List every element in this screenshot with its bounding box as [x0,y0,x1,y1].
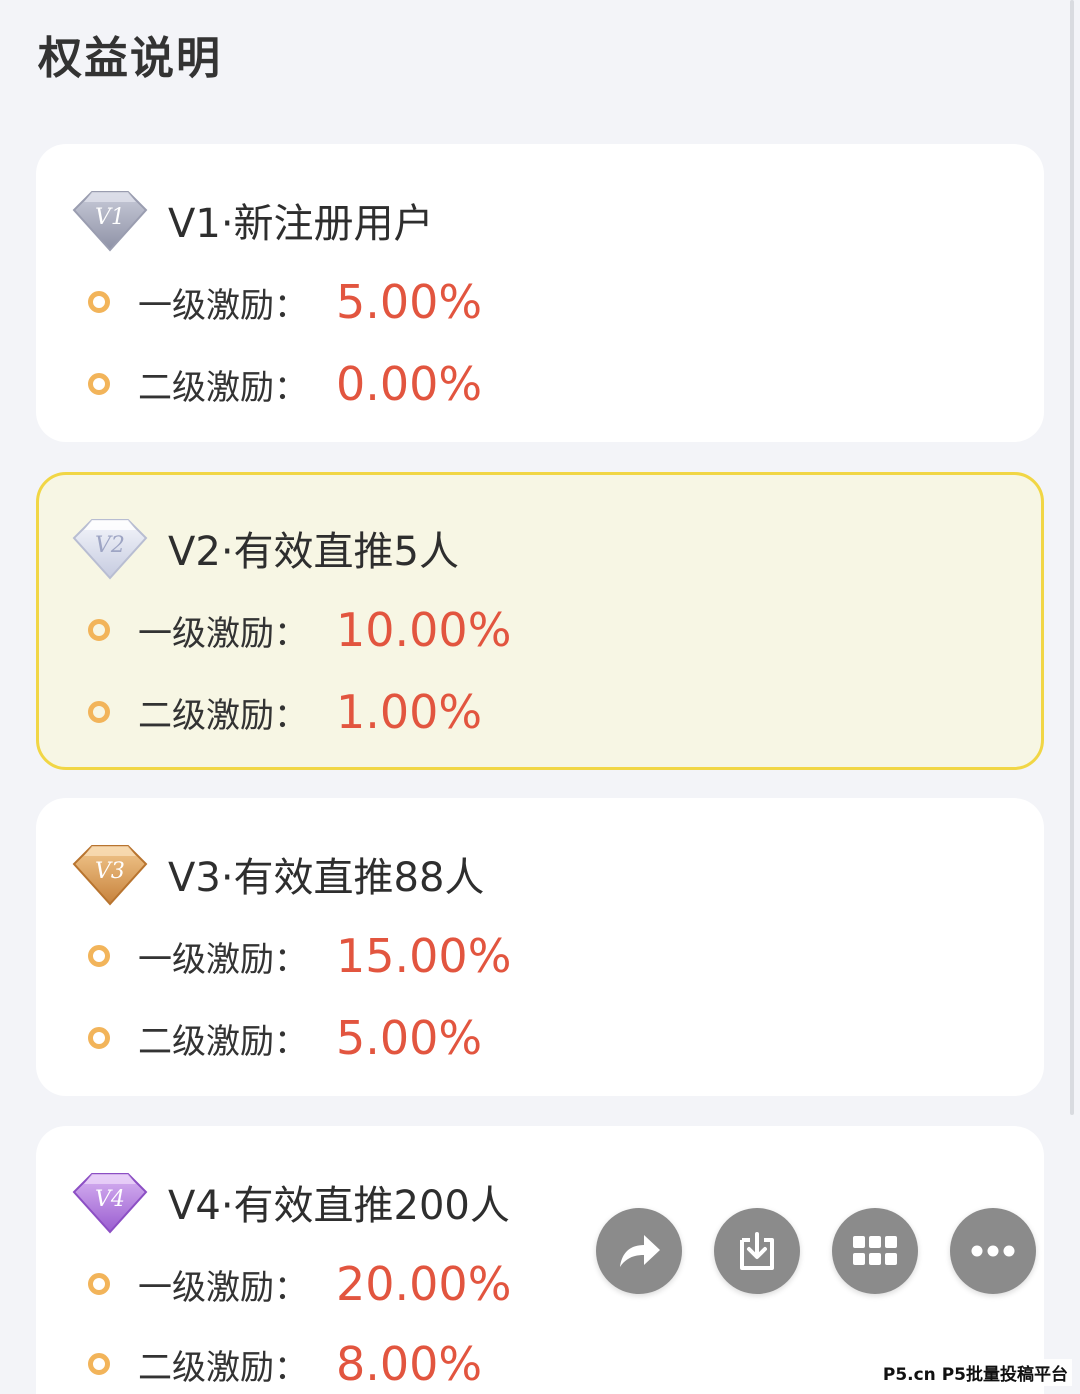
level-card-header: V2 V2·有效直推5人 [72,512,459,584]
reward-row-level2: 二级激励： 1.00% [88,682,482,742]
reward-label: 一级激励： [138,1267,308,1308]
reward-value: 1.00% [336,685,483,739]
svg-text:V2: V2 [95,533,125,558]
level-card-v1: V1 V1·新注册用户 一级激励： 5.00% 二级激励： 0.00% [36,144,1044,442]
reward-value: 10.00% [336,603,512,657]
reward-label: 二级激励： [138,1347,308,1388]
reward-label: 一级激励： [138,613,308,654]
more-button[interactable] [950,1208,1036,1294]
silver-diamond-v1-icon: V1 [72,191,148,252]
reward-label: 一级激励： [138,285,308,326]
white-diamond-v2-icon: V2 [72,519,148,580]
level-title: V4·有效直推200人 [168,1183,510,1229]
more-icon [971,1245,1015,1257]
level-title: V3·有效直推88人 [168,855,485,901]
bullet-dot-icon [88,1353,110,1375]
bullet-dot-icon [88,291,110,313]
download-button[interactable] [714,1208,800,1294]
reward-label: 一级激励： [138,939,308,980]
reward-row-level1: 一级激励： 15.00% [88,926,511,986]
reward-value: 5.00% [336,1011,483,1065]
bullet-dot-icon [88,619,110,641]
page-title: 权益说明 [38,33,222,84]
reward-value: 8.00% [336,1337,483,1391]
reward-label: 二级激励： [138,367,308,408]
grid-button[interactable] [832,1208,918,1294]
svg-text:V4: V4 [95,1187,125,1212]
floating-action-bar [596,1208,1036,1294]
level-title: V1·新注册用户 [168,201,434,247]
svg-text:V3: V3 [95,859,125,884]
scrollbar[interactable] [1070,0,1074,1115]
bronze-diamond-v3-icon: V3 [72,845,148,906]
reward-row-level2: 二级激励： 0.00% [88,354,482,414]
level-card-header: V3 V3·有效直推88人 [72,838,484,910]
reward-row-level1: 一级激励： 5.00% [88,272,482,332]
bullet-dot-icon [88,1273,110,1295]
bullet-dot-icon [88,945,110,967]
reward-row-level2: 二级激励： 8.00% [88,1334,482,1394]
watermark: P5.cn P5批量投稿平台 [878,1359,1072,1386]
level-title: V2·有效直推5人 [168,529,459,575]
share-arrow-icon [620,1235,660,1267]
reward-label: 二级激励： [138,1021,308,1062]
level-card-header: V1 V1·新注册用户 [72,184,434,256]
level-card-header: V4 V4·有效直推200人 [72,1166,510,1238]
reward-value: 5.00% [336,275,483,329]
level-card-v2: V2 V2·有效直推5人 一级激励： 10.00% 二级激励： 1.00% [36,472,1044,770]
reward-value: 15.00% [336,929,512,983]
reward-value: 20.00% [336,1257,512,1311]
reward-row-level1: 一级激励： 20.00% [88,1254,511,1314]
share-button[interactable] [596,1208,682,1294]
purple-diamond-v4-icon: V4 [72,1173,148,1234]
bullet-dot-icon [88,373,110,395]
bullet-dot-icon [88,1027,110,1049]
reward-label: 二级激励： [138,695,308,736]
bullet-dot-icon [88,701,110,723]
page: 权益说明 V1 V1·新注册用户 一级激励： 5.00% 二级激励： 0.00%… [0,0,1080,1394]
reward-row-level1: 一级激励： 10.00% [88,600,511,660]
reward-value: 0.00% [336,357,483,411]
level-card-v3: V3 V3·有效直推88人 一级激励： 15.00% 二级激励： 5.00% [36,798,1044,1096]
grid-icon [853,1236,897,1265]
svg-text:V1: V1 [95,205,125,230]
reward-row-level2: 二级激励： 5.00% [88,1008,482,1068]
download-icon [740,1232,774,1270]
